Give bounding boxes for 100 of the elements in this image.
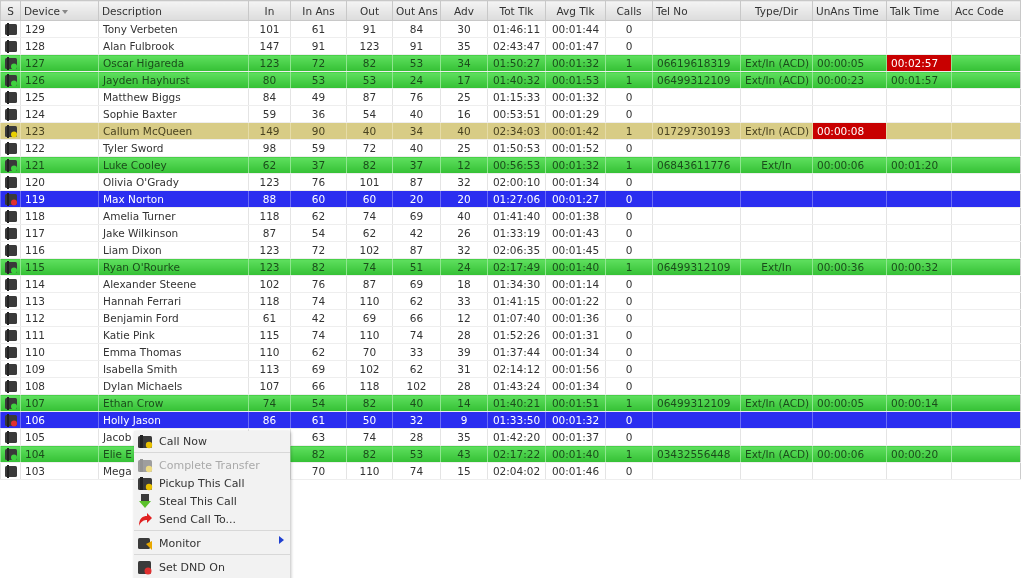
table-cell: 33 [457,295,471,307]
table-cell: 16 [457,108,471,120]
table-cell: 00:01:56 [551,363,600,375]
table-cell: 84 [409,23,424,35]
table-cell: Callum McQueen [103,125,193,137]
desk-phone-icon [137,559,153,575]
table-cell: 00:01:34 [551,176,600,188]
table-cell: 25 [457,91,471,103]
table-cell: 1 [625,448,633,460]
table-cell: Liam Dixon [103,244,162,256]
table-cell: 107 [259,380,280,392]
table-cell: 90 [311,125,326,137]
table-cell: 72 [362,142,377,154]
table-cell: Emma Thomas [103,346,182,358]
table-cell: 74 [311,329,326,341]
menu-item[interactable]: Steal This Call [134,492,290,510]
menu-item[interactable]: Send Call To... [134,510,290,528]
table-cell: 121 [25,159,46,171]
table-cell: Ryan O'Rourke [103,261,180,273]
table-cell: Ethan Crow [103,397,164,409]
table-cell: 00:00:08 [813,123,886,139]
table-cell: 118 [359,380,380,392]
table-cell: Jake Wilkinson [103,227,179,239]
table-cell: 06499312109 [657,397,731,409]
table-cell: 110 [25,346,46,358]
table-cell: 147 [259,40,280,52]
download-arrow-icon [137,493,153,509]
column-header[interactable]: In Ans [290,0,347,21]
table-cell: 28 [457,329,471,341]
table-cell: 06843611776 [657,159,731,171]
table-cell: 80 [262,74,277,86]
table-cell: 74 [262,397,277,409]
table-cell: 40 [457,125,471,137]
table-cell: 69 [409,210,424,222]
table-cell: 00:01:34 [551,346,600,358]
table-cell: 123 [259,261,280,273]
table-cell: 62 [362,227,377,239]
table-cell: 87 [409,176,424,188]
table-cell: 17 [457,74,471,86]
table-cell: 108 [25,380,46,392]
table-cell: 01:40:32 [492,74,541,86]
column-header[interactable]: Description [98,0,249,21]
table-cell-text: 00:00:06 [816,158,866,173]
table-cell: Ext/In [761,261,792,273]
column-header[interactable]: Adv [440,0,488,21]
table-cell: 129 [25,23,46,35]
column-header[interactable]: Talk Time [886,0,952,21]
table-cell: 00:02:57 [887,55,951,71]
table-cell: Ext/In (ACD) [745,74,810,86]
column-header[interactable]: Tel No [652,0,741,21]
column-header[interactable]: UnAns Time [812,0,887,21]
table-cell: Ext/In (ACD) [745,448,810,460]
column-header[interactable]: Out [346,0,393,21]
column-header[interactable]: S [0,0,21,21]
table-cell: 76 [409,91,424,103]
table-cell: 01:37:44 [492,346,541,358]
table-cell: 01729730193 [657,125,731,137]
table-cell: 37 [409,159,424,171]
table-cell: 110 [359,465,380,477]
menu-item[interactable]: Monitor [134,530,290,552]
table-cell-text: 00:00:20 [890,447,940,462]
column-header[interactable]: Tot Tlk [487,0,546,21]
table-cell: 69 [311,363,326,375]
table-cell: 01:33:50 [492,414,541,426]
table-cell: 54 [311,227,326,239]
table-cell: 34 [457,57,471,69]
table-cell: 20 [457,193,471,205]
table-cell-text: 00:00:05 [816,56,866,71]
table-cell: 82 [311,261,326,273]
table-cell: 123 [25,125,46,137]
column-header[interactable]: Out Ans [392,0,441,21]
table-cell: 12 [457,312,471,324]
table-cell: 87 [409,244,424,256]
column-header[interactable]: Device [20,0,99,21]
menu-item[interactable]: Pickup This Call [134,474,290,492]
menu-item[interactable]: Call Now [134,432,290,450]
table-cell-text: 00:00:23 [816,73,866,88]
table-cell: 72 [311,244,326,256]
table-cell: 127 [25,57,46,69]
table-cell: 40 [457,210,471,222]
table-cell-text: 00:00:05 [816,396,866,411]
table-cell-text: 00:00:32 [890,260,940,275]
table-cell: 0 [625,244,633,256]
table-cell: 0 [625,380,633,392]
column-header[interactable]: Type/Dir [740,0,813,21]
table-cell: 01:40:21 [492,397,541,409]
table-cell: 82 [362,397,377,409]
menu-item[interactable]: Set DND On [134,554,290,576]
table-cell: 00:01:27 [551,193,600,205]
table-cell: 24 [457,261,471,273]
table-cell: 26 [457,227,471,239]
table-cell: 01:34:30 [492,278,541,290]
column-header[interactable]: Calls [605,0,653,21]
column-header[interactable]: Avg Tlk [545,0,606,21]
column-header[interactable]: In [248,0,291,21]
table-cell: 00:01:32 [551,414,600,426]
table-cell: 40 [409,142,424,154]
column-header[interactable]: Acc Code [951,0,1021,21]
table-cell: 0 [625,142,633,154]
table-cell: 00:01:45 [551,244,600,256]
